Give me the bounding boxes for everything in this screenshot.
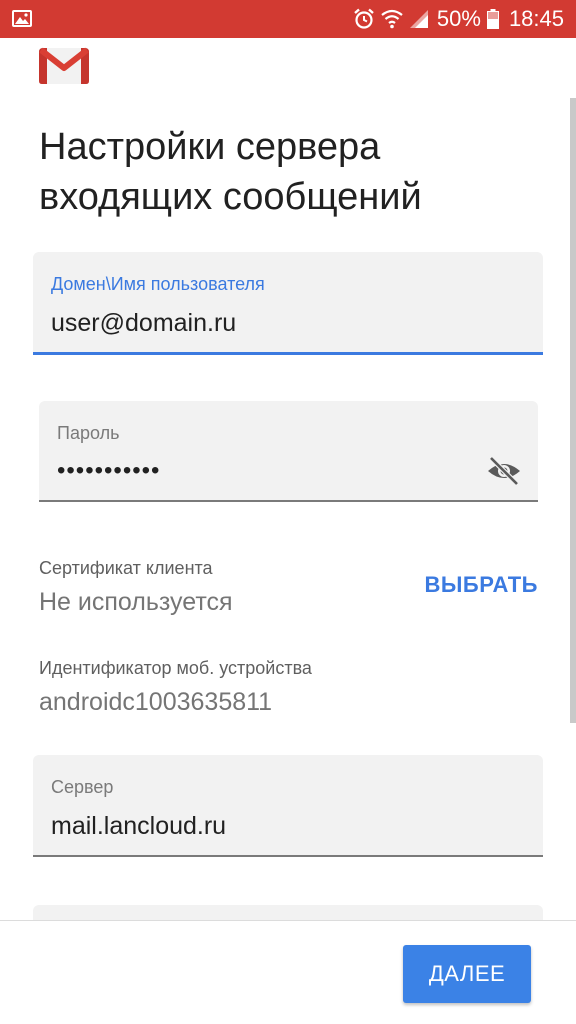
bottom-bar: ДАЛЕЕ [0, 920, 576, 1024]
page-title-line-1: Настройки сервера [39, 126, 381, 168]
server-label: Сервер [51, 777, 114, 797]
gmail-logo [39, 47, 89, 84]
server-field[interactable]: Сервер mail.lancloud.ru [33, 755, 543, 857]
wifi-icon [381, 9, 403, 29]
username-input[interactable]: user@domain.ru [51, 309, 236, 338]
client-certificate-label: Сертификат клиента [39, 558, 213, 578]
battery-percent: 50% [436, 6, 481, 31]
password-field[interactable]: Пароль ••••••••••• [39, 401, 538, 502]
choose-certificate-button[interactable]: ВЫБРАТЬ [424, 572, 538, 598]
username-field[interactable]: Домен\Имя пользователя user@domain.ru [33, 252, 543, 355]
password-input[interactable]: ••••••••••• [57, 457, 160, 485]
eye-off-icon[interactable] [486, 455, 522, 487]
screen: 50% 18:45 Настройки сервера входящих соо… [0, 0, 576, 1024]
password-label: Пароль [57, 423, 120, 443]
alarm-icon [354, 8, 374, 29]
clock: 18:45 [508, 6, 564, 31]
signal-icon [409, 10, 428, 28]
password-underline [39, 500, 538, 502]
battery-icon [486, 9, 499, 29]
page-title: Настройки сервера входящих сообщений [39, 122, 539, 222]
device-id-label: Идентификатор моб. устройства [39, 658, 312, 678]
next-button[interactable]: ДАЛЕЕ [403, 945, 531, 1003]
scrollbar[interactable] [570, 98, 576, 723]
page-title-line-2: входящих сообщений [39, 176, 422, 218]
device-id-value: androidc1003635811 [39, 688, 273, 716]
image-icon [12, 10, 32, 27]
client-certificate-value: Не используется [39, 588, 233, 616]
server-underline [33, 855, 543, 857]
status-icons: 50% 18:45 [353, 0, 564, 38]
username-underline [33, 352, 543, 355]
username-label: Домен\Имя пользователя [51, 274, 265, 294]
server-input[interactable]: mail.lancloud.ru [51, 812, 226, 841]
status-bar: 50% 18:45 [0, 0, 576, 38]
